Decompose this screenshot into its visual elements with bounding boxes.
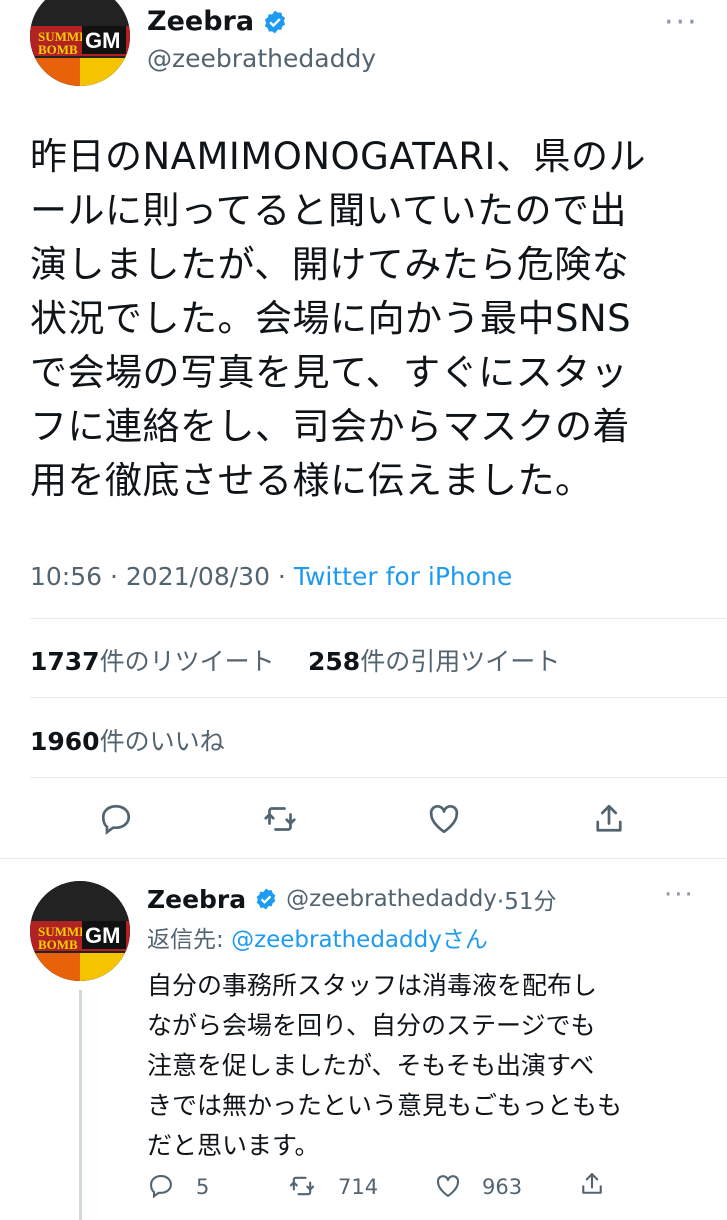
svg-text:BOMB: BOMB <box>38 42 78 57</box>
reply-author-handle[interactable]: @zeebrathedaddy <box>286 886 497 912</box>
divider <box>0 858 727 859</box>
tweet-text-line: 演しましたが、開けてみたら危険な <box>30 243 630 286</box>
tweet-text-line: フに連絡をし、司会からマスクの着 <box>30 405 630 448</box>
author-row: Zeebra <box>147 6 288 37</box>
author-handle[interactable]: @zeebrathedaddy <box>147 44 376 73</box>
reply-icon[interactable] <box>147 1172 175 1200</box>
retweet-count: 714 <box>338 1175 379 1199</box>
like-count: 963 <box>482 1175 523 1199</box>
svg-text:GM: GM <box>85 28 120 53</box>
svg-text:GM: GM <box>85 923 120 948</box>
reply-text-line: きでは無かったという意見もごもっともも <box>147 1091 623 1120</box>
likes-stat[interactable]: 1960件のいいね <box>30 722 225 758</box>
reply-text-line: だと思います。 <box>147 1131 320 1160</box>
quotes-stat[interactable]: 258件の引用ツイート <box>308 642 560 678</box>
avatar-image: SUMMER BOMB GM <box>30 0 130 86</box>
more-options-icon[interactable]: ··· <box>664 8 699 38</box>
likes-label: 件のいいね <box>99 727 225 756</box>
retweets-label: 件のリツイート <box>99 647 275 676</box>
replying-to-prefix: 返信先: <box>147 927 232 953</box>
reply-body: 自分の事務所スタッフは消毒液を配布し ながら会場を回り、自分のステージでも 注意… <box>147 966 687 1166</box>
tweet-text-line: 昨日のNAMIMONOGATARI、県のル <box>30 135 646 178</box>
replying-to-handle[interactable]: @zeebrathedaddy <box>231 927 442 953</box>
likes-count: 1960 <box>30 727 100 756</box>
svg-text:BOMB: BOMB <box>38 937 78 952</box>
retweet-icon[interactable] <box>288 1172 316 1200</box>
reply-avatar[interactable]: SUMMER BOMB GM <box>30 881 130 981</box>
tweet-text-line: で会場の写真を見て、すぐにスタッ <box>30 351 629 394</box>
reply-timestamp[interactable]: ·51分 <box>497 882 557 916</box>
tweet-text-line: ールに則ってると聞いていたので出 <box>30 189 628 232</box>
like-icon[interactable] <box>434 1172 462 1200</box>
share-icon[interactable] <box>591 801 627 837</box>
quotes-count: 258 <box>308 647 361 676</box>
avatar-image: SUMMER BOMB GM <box>30 881 130 981</box>
reply-text-line: ながら会場を回り、自分のステージでも <box>147 1011 596 1040</box>
divider <box>30 618 727 619</box>
reply-count: 5 <box>196 1175 210 1199</box>
replying-to: 返信先: @zeebrathedaddyさん <box>147 920 488 954</box>
reply-icon[interactable] <box>98 801 134 837</box>
tweet-text-line: 用を徹底させる様に伝えました。 <box>30 459 593 502</box>
author-name[interactable]: Zeebra <box>147 6 254 37</box>
more-options-icon[interactable]: ··· <box>664 882 695 908</box>
quotes-label: 件の引用ツイート <box>360 647 561 676</box>
verified-badge-icon <box>262 9 288 35</box>
thread-line <box>79 990 82 1220</box>
tweet-meta: 10:56 · 2021/08/30 · Twitter for iPhone <box>30 562 512 591</box>
retweet-icon[interactable] <box>262 801 298 837</box>
tweet-timestamp[interactable]: 10:56 · 2021/08/30 · <box>30 562 294 591</box>
replying-to-suffix: さん <box>441 927 488 953</box>
reply-text-line: 注意を促しましたが、そもそも出演すべ <box>147 1051 595 1080</box>
retweets-count: 1737 <box>30 647 100 676</box>
tweet-source-app[interactable]: Twitter for iPhone <box>294 562 512 591</box>
reply-header: Zeebra @zeebrathedaddy ·51分 <box>147 882 557 916</box>
divider <box>30 777 727 778</box>
share-icon[interactable] <box>578 1170 606 1198</box>
avatar[interactable]: SUMMER BOMB GM <box>30 0 130 86</box>
retweets-stat[interactable]: 1737件のリツイート <box>30 642 275 678</box>
like-icon[interactable] <box>426 801 462 837</box>
tweet-text-line: 状況でした。会場に向かう最中SNS <box>30 297 632 340</box>
divider <box>30 697 727 698</box>
reply-author-name[interactable]: Zeebra <box>147 885 246 914</box>
tweet-body: 昨日のNAMIMONOGATARI、県のル ールに則ってると聞いていたので出 演… <box>30 130 690 508</box>
verified-badge-icon <box>254 887 278 911</box>
reply-text-line: 自分の事務所スタッフは消毒液を配布し <box>147 971 598 1000</box>
